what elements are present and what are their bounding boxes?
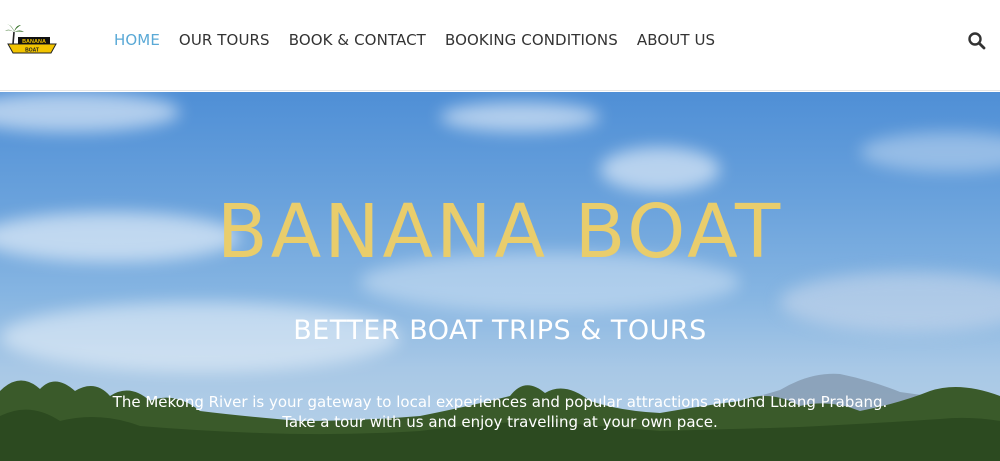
nav-booking-conditions[interactable]: BOOKING CONDITIONS xyxy=(445,30,618,50)
hero-subtitle: BETTER BOAT TRIPS & TOURS xyxy=(293,315,707,346)
svg-text:BOAT: BOAT xyxy=(25,48,39,54)
hero-description-line: Take a tour with us and enjoy travelling… xyxy=(282,413,718,431)
hero-banner: BANANA BOAT BETTER BOAT TRIPS & TOURS Th… xyxy=(0,92,1000,461)
svg-text:BANANA: BANANA xyxy=(22,39,46,45)
site-header: BANANA BOAT HOME OUR TOURS BOOK & CONTAC… xyxy=(0,0,1000,91)
hero-title: BANANA BOAT xyxy=(216,189,784,275)
nav-about-us[interactable]: ABOUT US xyxy=(637,30,715,50)
cloud-decoration xyxy=(440,102,600,132)
hero-description: The Mekong River is your gateway to loca… xyxy=(0,392,1000,432)
cloud-decoration xyxy=(860,132,1000,172)
cloud-decoration xyxy=(600,147,720,192)
nav-book-contact[interactable]: BOOK & CONTACT xyxy=(289,30,426,50)
banana-boat-logo[interactable]: BANANA BOAT xyxy=(4,22,58,58)
nav-our-tours[interactable]: OUR TOURS xyxy=(179,30,270,50)
hero-description-line: The Mekong River is your gateway to loca… xyxy=(112,393,888,411)
search-icon[interactable] xyxy=(967,31,987,51)
cloud-decoration xyxy=(0,92,180,132)
main-nav: HOME OUR TOURS BOOK & CONTACT BOOKING CO… xyxy=(114,30,734,50)
nav-home[interactable]: HOME xyxy=(114,30,160,50)
logo-graphic: BANANA BOAT xyxy=(5,24,57,54)
